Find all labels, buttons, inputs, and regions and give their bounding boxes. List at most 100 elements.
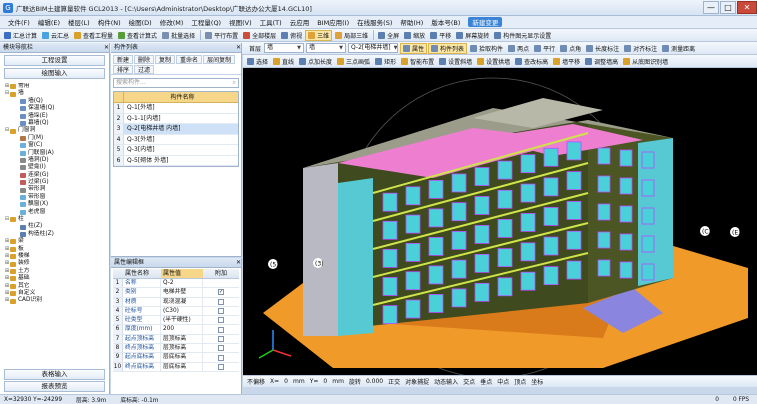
report-preview-button[interactable]: 报表预览 [4, 381, 105, 392]
snap-item-4[interactable]: Y= [308, 376, 321, 387]
property-row[interactable]: 3 材质 现浇混凝 [113, 297, 239, 307]
pin-icon[interactable]: ✕ [104, 43, 109, 52]
tree-node[interactable]: 壁龛(I) [0, 164, 109, 171]
snap-item-15[interactable]: 顶点 [512, 376, 528, 387]
property-value[interactable]: 电梯井壁 [161, 288, 203, 297]
table-row[interactable]: 2 Q-1-1[内墙] [114, 113, 238, 124]
component-tool-0[interactable]: 新建 [113, 55, 134, 64]
property-row[interactable]: 4 砼标号 (C30) [113, 306, 239, 317]
project-settings-button[interactable]: 工程设置 [4, 55, 105, 66]
toolbar-button-0[interactable]: 汇总计算 [2, 30, 39, 41]
checkbox[interactable] [218, 335, 224, 342]
snap-item-8[interactable]: 0.000 [364, 376, 385, 387]
menu-item-4[interactable]: 绘图(D) [125, 17, 156, 27]
minimize-button[interactable]: — [703, 1, 719, 14]
snap-item-2[interactable]: 0 [282, 376, 290, 387]
property-row[interactable]: 8 终点顶标高 层顶标高 [113, 344, 239, 354]
property-row[interactable]: 10 终点底标高 层底标高 [113, 362, 239, 372]
tree-node[interactable]: ⊞ 装修 [0, 260, 109, 267]
element-toolbar-button-0[interactable]: 属性 [400, 42, 428, 54]
menu-item-9[interactable]: 云应用 [286, 17, 314, 27]
component-tool-5[interactable]: 排序 [113, 65, 134, 74]
subtype-combo[interactable]: 墙 ▼ [306, 43, 347, 53]
snap-item-6[interactable]: mm [330, 376, 346, 387]
menu-item-7[interactable]: 视图(V) [225, 17, 256, 27]
property-value[interactable]: 200 [161, 325, 203, 334]
checkbox[interactable] [218, 363, 224, 370]
checkbox[interactable] [218, 354, 224, 361]
checkbox[interactable] [218, 308, 224, 315]
tree-node[interactable]: 带形窗 [0, 194, 109, 201]
property-row[interactable]: 9 起点底标高 层底标高 [113, 353, 239, 363]
menu-item-10[interactable]: BIM应用(I) [313, 17, 353, 27]
toolbar-button-14[interactable]: 构件图元显示设置 [492, 30, 553, 41]
draw-tool-7[interactable]: 设置拱墙 [475, 56, 512, 67]
tree-node[interactable]: 窗(C) [0, 142, 109, 149]
tree-node[interactable]: ⊞ 基础 [0, 275, 109, 282]
drawing-input-button[interactable]: 绘图输入 [4, 68, 105, 79]
snap-item-0[interactable]: 不偏移 [245, 376, 267, 387]
checkbox[interactable] [218, 298, 224, 305]
tree-node[interactable]: 构造柱(Z) [0, 231, 109, 238]
draw-tool-8[interactable]: 查改标高 [513, 56, 550, 67]
snap-item-16[interactable]: 坐标 [529, 376, 545, 387]
element-toolbar-button-4[interactable]: 平行 [532, 43, 557, 54]
component-tool-1[interactable]: 删除 [134, 55, 155, 64]
type-combo[interactable]: 墙 ▼ [264, 43, 305, 53]
tree-node[interactable]: 飘窗(X) [0, 201, 109, 208]
property-row[interactable]: 2 类别 电梯井壁 ✓ [113, 288, 239, 298]
snap-item-9[interactable]: 正交 [386, 376, 402, 387]
draw-tool-0[interactable]: 选择 [245, 56, 270, 67]
property-row[interactable]: 7 起点顶标高 层顶标高 [113, 334, 239, 345]
menu-item-11[interactable]: 在线服务(S) [353, 17, 396, 27]
property-value[interactable]: 层底标高 [161, 353, 203, 362]
tree-node[interactable]: ⊟ 墙 [0, 90, 109, 97]
toolbar-button-1[interactable]: 云汇总 [40, 30, 71, 41]
draw-tool-6[interactable]: 设置斜墙 [437, 56, 474, 67]
menu-item-13[interactable]: 版本号(B) [427, 17, 464, 27]
tree-node[interactable]: 墙垛(E) [0, 113, 109, 120]
close-icon[interactable]: ✕ [236, 258, 241, 267]
element-toolbar-button-1[interactable]: 构件列表 [428, 42, 468, 54]
draw-tool-9[interactable]: 墙平移 [551, 56, 582, 67]
snap-item-14[interactable]: 中点 [495, 376, 511, 387]
3d-viewport[interactable]: (5) (3) (C) (E) [243, 68, 757, 375]
table-row[interactable]: 3 Q-2[电梯井墙 内墙] [114, 124, 238, 135]
checkbox[interactable] [218, 317, 224, 324]
menu-item-2[interactable]: 楼层(L) [64, 17, 94, 27]
draw-tool-2[interactable]: 点加长度 [297, 56, 334, 67]
element-toolbar-button-6[interactable]: 长度标注 [584, 43, 621, 54]
toolbar-button-11[interactable]: 缩放 [402, 30, 427, 41]
element-combo[interactable]: Q-2[电梯井墙] ▼ [348, 43, 399, 53]
component-tool-2[interactable]: 复制 [155, 55, 176, 64]
tree-node[interactable]: 门(M) [0, 135, 109, 142]
toolbar-button-7[interactable]: 俯视 [279, 30, 304, 41]
element-toolbar-button-2[interactable]: 拾取构件 [468, 43, 505, 54]
tree-node[interactable]: ⊞ 板 [0, 246, 109, 253]
property-value[interactable]: (C30) [161, 306, 203, 316]
component-search-input[interactable]: 搜索构件... ⌕ [113, 78, 239, 88]
snap-item-13[interactable]: 垂点 [478, 376, 494, 387]
tree-node[interactable]: ⊟ 柱 [0, 216, 109, 223]
table-row[interactable]: 4 Q-3[外墙] [114, 134, 238, 145]
draw-tool-1[interactable]: 直线 [271, 56, 296, 67]
tree-node[interactable]: 过梁(G) [0, 179, 109, 186]
menu-item-5[interactable]: 修改(M) [156, 17, 188, 27]
tree-node[interactable]: ⊞ 自定义 [0, 290, 109, 297]
toolbar-button-13[interactable]: 屏幕旋转 [454, 30, 491, 41]
tree-node[interactable]: 老虎窗 [0, 209, 109, 216]
draw-tool-5[interactable]: 智能布置 [399, 56, 436, 67]
tree-node[interactable]: 带形洞 [0, 186, 109, 193]
close-button[interactable]: ✕ [737, 1, 757, 14]
table-row[interactable]: 5 Q-3[内墙] [114, 145, 238, 156]
element-toolbar-button-5[interactable]: 点角 [558, 43, 583, 54]
tree-node[interactable]: 保温墙(Q) [0, 105, 109, 112]
tree-node[interactable]: ⊞ 楼梯 [0, 253, 109, 260]
tree-node[interactable]: 柱(Z) [0, 223, 109, 230]
toolbar-button-2[interactable]: 查看工程量 [72, 30, 115, 41]
property-value[interactable]: 层底标高 [161, 362, 203, 371]
toolbar-button-9[interactable]: 局部三维 [333, 30, 370, 41]
checkbox[interactable] [218, 345, 224, 352]
toolbar-button-10[interactable]: 全屏 [376, 30, 401, 41]
toolbar-button-8[interactable]: 三维 [305, 29, 333, 41]
